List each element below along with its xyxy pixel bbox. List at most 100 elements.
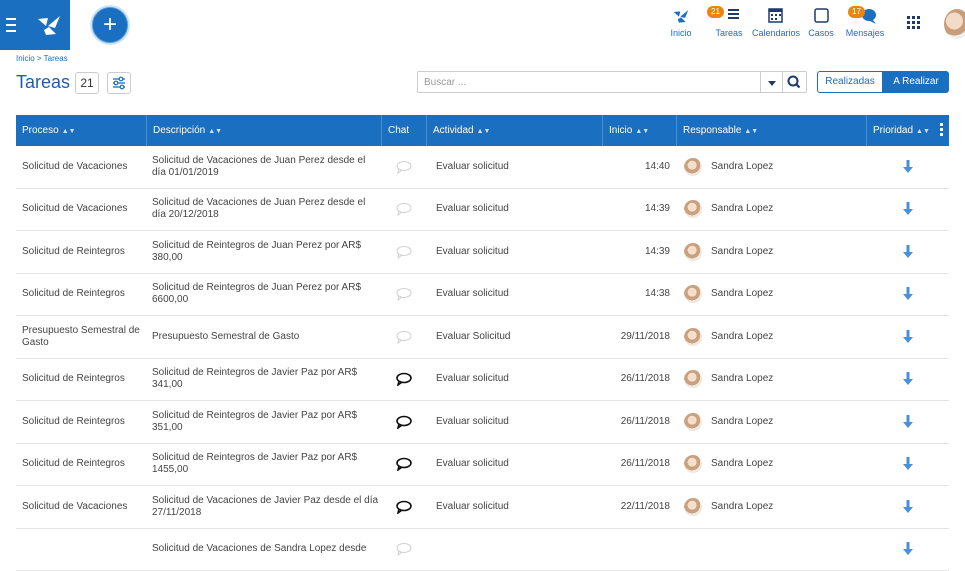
cell-inicio — [602, 529, 676, 570]
filter-button[interactable] — [107, 72, 131, 94]
home-logo-icon — [666, 6, 696, 28]
table-row[interactable]: Solicitud de Vacaciones Solicitud de Vac… — [16, 189, 949, 232]
toggle-realizadas[interactable]: Realizadas — [817, 71, 883, 93]
column-menu-icon[interactable] — [940, 123, 943, 137]
table-row[interactable]: Solicitud de Reintegros Solicitud de Rei… — [16, 231, 949, 274]
cell-proceso: Solicitud de Vacaciones — [16, 486, 146, 527]
cell-prioridad — [866, 444, 949, 485]
chat-empty-icon[interactable] — [395, 202, 413, 216]
search-dropdown-button[interactable] — [761, 71, 783, 93]
cell-descripcion: Solicitud de Reintegros de Juan Perez po… — [146, 274, 381, 315]
col-header-prioridad[interactable]: Prioridad▲▼ — [866, 115, 949, 146]
col-header-label: Prioridad — [873, 125, 913, 136]
table-row[interactable]: Solicitud de Vacaciones Solicitud de Vac… — [16, 146, 949, 189]
cell-inicio: 14:38 — [602, 274, 676, 315]
chat-empty-icon[interactable] — [395, 542, 413, 556]
proceso-text: Solicitud de Vacaciones — [22, 203, 127, 215]
cell-inicio: 14:40 — [602, 146, 676, 187]
table-header: Proceso▲▼ Descripción▲▼ Chat Actividad▲▼… — [16, 115, 949, 146]
chat-empty-icon[interactable] — [395, 287, 413, 301]
col-header-responsable[interactable]: Responsable▲▼ — [676, 115, 866, 146]
chat-empty-icon[interactable] — [395, 160, 413, 174]
nav-calendarios[interactable]: Calendarios — [752, 6, 798, 46]
inicio-text: 14:40 — [645, 161, 670, 173]
col-header-proceso[interactable]: Proceso▲▼ — [16, 115, 146, 146]
col-header-inicio[interactable]: Inicio▲▼ — [602, 115, 676, 146]
responsable-text: Sandra Lopez — [711, 458, 773, 470]
cell-chat — [381, 274, 426, 315]
proceso-text: Solicitud de Reintegros — [22, 373, 125, 385]
table-row[interactable]: Solicitud de Reintegros Solicitud de Rei… — [16, 444, 949, 487]
chat-active-icon[interactable] — [395, 500, 413, 514]
actividad-text: Evaluar solicitud — [436, 246, 509, 258]
cell-inicio: 26/11/2018 — [602, 444, 676, 485]
search-button[interactable] — [783, 71, 807, 93]
cell-descripcion: Solicitud de Reintegros de Javier Paz po… — [146, 401, 381, 442]
actividad-text: Evaluar solicitud — [436, 203, 509, 215]
arrow-down-icon — [903, 330, 913, 344]
cell-inicio: 26/11/2018 — [602, 401, 676, 442]
nav-tareas[interactable]: 21 Tareas — [712, 6, 746, 46]
table-row[interactable]: Solicitud de Vacaciones Solicitud de Vac… — [16, 486, 949, 529]
cell-proceso — [16, 529, 146, 570]
cell-proceso: Solicitud de Vacaciones — [16, 189, 146, 230]
descripcion-text: Solicitud de Vacaciones de Juan Perez de… — [152, 155, 381, 179]
cell-responsable: Sandra Lopez — [676, 401, 866, 442]
sort-icon: ▲▼ — [208, 128, 222, 135]
table-row[interactable]: Solicitud de Reintegros Solicitud de Rei… — [16, 401, 949, 444]
add-button[interactable]: + — [92, 7, 128, 43]
table-row[interactable]: Presupuesto Semestral de Gasto Presupues… — [16, 316, 949, 359]
table-row[interactable]: Solicitud de Reintegros Solicitud de Rei… — [16, 359, 949, 402]
cell-chat — [381, 231, 426, 272]
user-avatar[interactable] — [944, 9, 965, 39]
sort-icon: ▲▼ — [916, 128, 930, 135]
chat-active-icon[interactable] — [395, 372, 413, 386]
chat-empty-icon[interactable] — [395, 330, 413, 344]
cell-chat — [381, 316, 426, 357]
table-row[interactable]: Solicitud de Reintegros Solicitud de Rei… — [16, 274, 949, 317]
cell-descripcion: Solicitud de Vacaciones de Juan Perez de… — [146, 189, 381, 230]
chat-active-icon[interactable] — [395, 457, 413, 471]
col-header-label: Proceso — [22, 125, 59, 136]
cell-actividad: Evaluar solicitud — [426, 359, 602, 400]
nav-casos[interactable]: Casos — [806, 6, 836, 46]
proceso-text: Solicitud de Reintegros — [22, 458, 125, 470]
breadcrumb[interactable]: Inicio > Tareas — [16, 54, 68, 63]
descripcion-text: Solicitud de Reintegros de Javier Paz po… — [152, 367, 381, 391]
cell-inicio: 29/11/2018 — [602, 316, 676, 357]
search-input[interactable] — [417, 71, 761, 93]
col-header-descripcion[interactable]: Descripción▲▼ — [146, 115, 381, 146]
col-header-chat: Chat — [381, 115, 426, 146]
toggle-a-realizar[interactable]: A Realizar — [883, 71, 949, 93]
col-header-actividad[interactable]: Actividad▲▼ — [426, 115, 602, 146]
avatar — [684, 455, 702, 473]
chat-active-icon[interactable] — [395, 415, 413, 429]
nav-inicio[interactable]: Inicio — [666, 6, 696, 46]
nav-mensajes[interactable]: 17 Mensajes — [845, 6, 885, 46]
cases-icon — [806, 6, 836, 28]
responsable-text: Sandra Lopez — [711, 246, 773, 258]
menu-icon[interactable] — [6, 14, 16, 34]
arrow-down-icon — [903, 245, 913, 259]
table-body: Solicitud de Vacaciones Solicitud de Vac… — [16, 146, 949, 571]
proceso-text: Solicitud de Reintegros — [22, 288, 125, 300]
apps-grid-icon[interactable] — [907, 16, 921, 30]
responsable-text: Sandra Lopez — [711, 161, 773, 173]
proceso-text: Presupuesto Semestral de Gasto — [22, 325, 146, 349]
arrow-down-icon — [903, 160, 913, 174]
cell-proceso: Presupuesto Semestral de Gasto — [16, 316, 146, 357]
table-row[interactable]: Solicitud de Vacaciones de Sandra Lopez … — [16, 529, 949, 571]
brand-area — [0, 0, 70, 50]
avatar — [684, 370, 702, 388]
chat-empty-icon[interactable] — [395, 245, 413, 259]
app-logo-icon[interactable] — [34, 10, 64, 40]
cell-prioridad — [866, 274, 949, 315]
nav-label-tareas: Tareas — [715, 28, 742, 38]
cell-prioridad — [866, 359, 949, 400]
cell-chat — [381, 444, 426, 485]
sort-icon: ▲▼ — [477, 128, 491, 135]
cell-responsable: Sandra Lopez — [676, 274, 866, 315]
responsable-text: Sandra Lopez — [711, 373, 773, 385]
inicio-text: 22/11/2018 — [621, 501, 670, 513]
cell-chat — [381, 486, 426, 527]
